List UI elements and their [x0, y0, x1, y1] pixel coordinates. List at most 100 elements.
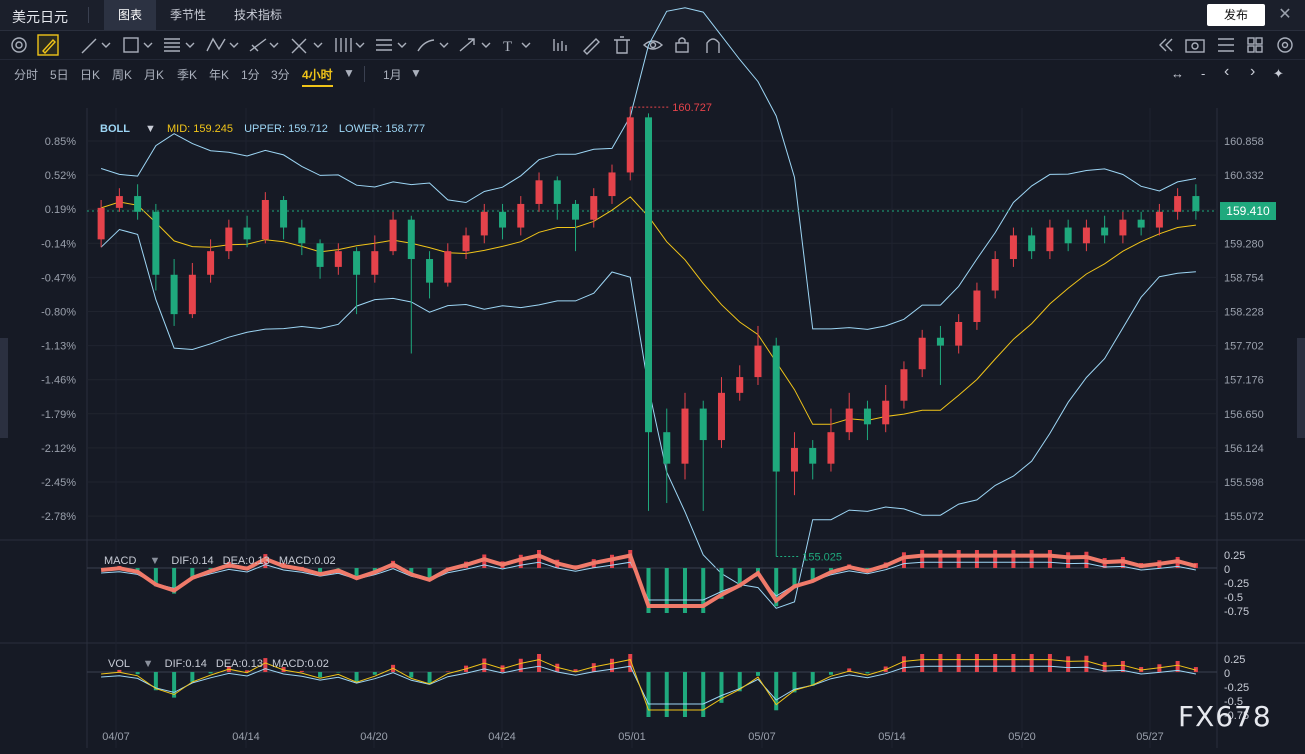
candle-body: [736, 377, 744, 393]
indicator-histogram-bar: [409, 672, 414, 678]
left-axis-label: -0.80%: [41, 307, 76, 319]
watermark: FX678: [1178, 700, 1272, 733]
indicator-histogram-bar: [1011, 550, 1016, 568]
candle-body: [973, 290, 981, 322]
indicator-histogram-bar: [336, 672, 341, 673]
right-axis-label: 156.124: [1224, 443, 1264, 455]
left-axis-label: -2.45%: [41, 477, 76, 489]
macd-dropdown-icon[interactable]: ▼: [149, 555, 160, 567]
price-chart[interactable]: 0.85%160.8580.52%160.3320.19%159.806-0.1…: [0, 0, 1305, 754]
candle-body: [626, 117, 634, 173]
indicator-histogram-bar: [1084, 655, 1089, 672]
indicator-histogram-bar: [993, 654, 998, 672]
candle-body: [499, 211, 507, 228]
indicator-histogram-bar: [1029, 550, 1034, 568]
indicator-histogram-bar: [445, 671, 450, 672]
candle-body: [1009, 235, 1017, 260]
macd-legend: MACD ▼ DIF:0.14 DEA:0.13 MACD:0.02: [104, 555, 336, 567]
left-axis-label: 0.85%: [45, 136, 76, 148]
indicator-histogram-bar: [372, 672, 377, 675]
indicator-histogram-bar: [920, 654, 925, 672]
candle-body: [754, 345, 762, 378]
candle-body: [663, 432, 671, 464]
indicator-axis-label: 0: [1224, 564, 1230, 576]
candle-body: [645, 117, 652, 433]
indicator-histogram-bar: [956, 550, 961, 568]
left-axis-label: -0.47%: [41, 272, 76, 284]
candle-body: [863, 408, 871, 425]
candle-body: [1101, 227, 1109, 236]
vol-dea: DEA:0.13: [215, 658, 263, 670]
candle-body: [1174, 196, 1182, 212]
x-axis-label: 04/20: [360, 731, 388, 743]
candle-body: [1046, 227, 1054, 252]
boll-dropdown-icon[interactable]: ▼: [145, 123, 156, 135]
candle-body: [134, 196, 142, 212]
left-axis-label: 0.19%: [45, 204, 76, 216]
candle-body: [535, 180, 543, 204]
candle-body: [1064, 227, 1072, 244]
right-axis-label: 158.754: [1224, 272, 1264, 284]
indicator-histogram-bar: [117, 669, 122, 672]
indicator-histogram-bar: [1066, 552, 1071, 568]
right-axis-label: 160.332: [1224, 170, 1264, 182]
indicator-histogram-bar: [354, 672, 359, 683]
x-axis-label: 05/20: [1008, 731, 1036, 743]
boll-name[interactable]: BOLL: [100, 123, 130, 135]
candle-body: [426, 259, 434, 283]
right-axis-label: 157.176: [1224, 375, 1264, 387]
indicator-histogram-bar: [974, 550, 979, 568]
candle-body: [1155, 211, 1163, 228]
indicator-axis-label: -0.25: [1224, 578, 1249, 590]
candle-body: [955, 322, 963, 346]
candle-body: [280, 200, 288, 228]
indicator-histogram-bar: [901, 656, 906, 672]
macd-value: MACD:0.02: [278, 555, 336, 567]
high-mark-label: 160.727: [672, 102, 712, 114]
vol-legend: VOL ▼ DIF:0.14 DEA:0.13 MACD:0.02: [108, 658, 329, 670]
low-mark-label: 155.025: [802, 552, 842, 564]
indicator-histogram-bar: [1047, 654, 1052, 672]
indicator-histogram-bar: [828, 672, 833, 675]
candle-body: [407, 219, 415, 260]
candle-body: [389, 219, 397, 252]
indicator-histogram-bar: [938, 550, 943, 568]
indicator-histogram-bar: [956, 654, 961, 672]
candle-body: [152, 211, 160, 275]
right-axis-label: 155.072: [1224, 511, 1264, 523]
macd-name[interactable]: MACD: [104, 555, 136, 567]
candle-body: [845, 408, 853, 433]
candle-body: [790, 447, 798, 472]
candle-body: [572, 203, 580, 220]
indicator-histogram-bar: [299, 670, 304, 672]
indicator-axis-label: 0.25: [1224, 550, 1245, 562]
indicator-histogram-bar: [1066, 656, 1071, 672]
left-axis-label: -1.13%: [41, 341, 76, 353]
vol-name[interactable]: VOL: [108, 658, 130, 670]
left-axis-label: 0.52%: [45, 170, 76, 182]
candle-body: [918, 337, 926, 370]
x-axis-label: 04/07: [102, 731, 130, 743]
left-collapse-handle[interactable]: [0, 338, 8, 438]
candle-body: [371, 251, 379, 275]
vol-dropdown-icon[interactable]: ▼: [143, 658, 154, 670]
candle-body: [316, 243, 324, 267]
x-axis-label: 05/27: [1136, 731, 1164, 743]
right-collapse-handle[interactable]: [1297, 338, 1305, 438]
x-axis-label: 05/14: [878, 731, 906, 743]
indicator-histogram-bar: [537, 550, 542, 568]
candle-body: [681, 408, 689, 464]
macd-dif: DIF:0.14: [171, 555, 214, 567]
candle-body: [97, 207, 105, 240]
boll-legend: BOLL ▼ MID: 159.245 UPPER: 159.712 LOWER…: [100, 123, 425, 135]
candle-body: [298, 227, 306, 244]
indicator-axis-label: -0.5: [1224, 592, 1243, 604]
candle-body: [115, 196, 123, 208]
left-axis-label: -2.12%: [41, 443, 76, 455]
candle-body: [553, 180, 561, 204]
x-axis-label: 05/01: [618, 731, 646, 743]
candle-body: [1192, 196, 1200, 212]
indicator-histogram-bar: [1047, 550, 1052, 568]
candle-body: [1119, 219, 1127, 236]
candle-body: [444, 251, 452, 283]
